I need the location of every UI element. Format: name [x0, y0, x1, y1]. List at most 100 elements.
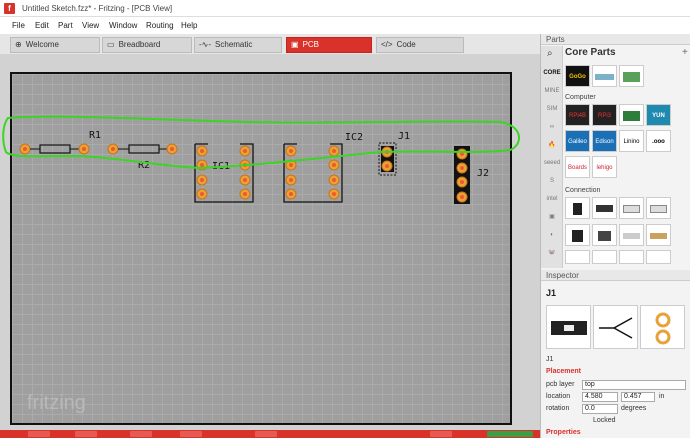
menu-bar: File Edit Part View Window Routing Help: [0, 17, 690, 34]
share-button[interactable]: [28, 431, 50, 437]
tab-breadboard[interactable]: ▭ Breadboard: [102, 37, 192, 53]
part-edison[interactable]: Edison: [592, 130, 617, 152]
locked-checkbox-label[interactable]: Locked: [593, 417, 616, 424]
menu-window[interactable]: Window: [109, 21, 137, 30]
rotation-label: rotation: [546, 405, 570, 412]
tab-breadboard-label: Breadboard: [118, 40, 161, 49]
inspector-part-title: J1: [546, 288, 557, 298]
part-breadboard[interactable]: [592, 65, 617, 87]
schematic-icon: -∿-: [199, 40, 212, 49]
part-gogo[interactable]: GoGo: [565, 65, 590, 87]
view-tab-bar: ⊕ Welcome ▭ Breadboard -∿- Schematic ▣ PCB <…: [0, 34, 540, 54]
category-core[interactable]: CORE: [543, 66, 561, 80]
sparkfun-icon[interactable]: 🔥: [543, 138, 561, 152]
ic-ic2[interactable]: [283, 143, 343, 203]
part-connection-1[interactable]: [565, 197, 590, 219]
rotation-input[interactable]: 0.0: [582, 404, 618, 414]
green-highlight-annotation: [2, 115, 520, 170]
part-galileo[interactable]: Galileo: [565, 130, 590, 152]
fritzing-watermark: fritzing: [27, 392, 86, 414]
parts-bin-title: Core Parts: [565, 47, 616, 58]
menu-view[interactable]: View: [82, 21, 99, 30]
mouse-icon[interactable]: 🐭: [543, 246, 561, 260]
location-label: location: [546, 393, 571, 400]
part-connection-10[interactable]: [592, 250, 617, 264]
inspector-pcb-image: [640, 305, 685, 349]
seeed-icon[interactable]: seeed: [543, 156, 561, 170]
pcb-parts-layer[interactable]: R1 R2 IC1 IC2 J1 J2: [0, 54, 540, 430]
menu-help[interactable]: Help: [181, 21, 197, 30]
part-yun[interactable]: YUN: [646, 104, 671, 126]
pcb-layer-select[interactable]: top: [582, 380, 686, 390]
part-connection-2[interactable]: [592, 197, 617, 219]
rotate-button[interactable]: [130, 431, 152, 437]
ic-ic1[interactable]: [194, 143, 254, 203]
arduino-icon[interactable]: ∞: [543, 120, 561, 134]
flip-button[interactable]: [180, 431, 202, 437]
resistor-r1[interactable]: [19, 143, 90, 155]
part-connection-11[interactable]: [619, 250, 644, 264]
window-title: Untitled Sketch.fzz* - Fritzing - [PCB V…: [22, 4, 173, 13]
part-boards[interactable]: Boards: [565, 156, 590, 178]
pcb-layer-label: pcb layer: [546, 381, 575, 388]
tab-welcome[interactable]: ⊕ Welcome: [10, 37, 100, 53]
tab-code[interactable]: </> Code: [376, 37, 464, 53]
category-mine[interactable]: MINE: [543, 84, 561, 98]
pcb-canvas[interactable]: R1 R2 IC1 IC2 J1 J2 fritzing: [0, 54, 540, 430]
part-connection-8[interactable]: [646, 224, 671, 246]
rotation-unit: degrees: [621, 405, 647, 412]
menu-edit[interactable]: Edit: [35, 21, 49, 30]
part-connection-6[interactable]: [592, 224, 617, 246]
tab-schematic-label: Schematic: [215, 40, 253, 49]
part-beaglebone[interactable]: [619, 104, 644, 126]
add-note-button[interactable]: [75, 431, 97, 437]
inspector-header: Inspector: [541, 270, 690, 281]
category-sim[interactable]: SIM: [543, 102, 561, 116]
location-y-input[interactable]: 0.457: [621, 392, 655, 402]
connector-j2[interactable]: [454, 146, 470, 204]
part-connection-7[interactable]: [619, 224, 644, 246]
inspector-schematic-image: [593, 305, 638, 349]
part-connection-12[interactable]: [646, 250, 671, 264]
export-button[interactable]: [430, 431, 452, 437]
search-icon[interactable]: ⌕: [547, 48, 553, 59]
intel-icon[interactable]: intel: [543, 192, 561, 206]
menu-part[interactable]: Part: [58, 21, 73, 30]
add-bin-button[interactable]: +: [682, 47, 688, 58]
part-dot-board[interactable]: .ooo: [646, 130, 671, 152]
gauge-icon[interactable]: ◐: [543, 228, 561, 242]
properties-section-label: Properties: [546, 429, 581, 436]
snootlab-icon[interactable]: S: [543, 174, 561, 188]
part-pcb-module[interactable]: [619, 65, 644, 87]
breadboard-icon: ▭: [107, 40, 115, 49]
menu-routing[interactable]: Routing: [146, 21, 174, 30]
part-lehigo-jamt[interactable]: lehigo JamT: [592, 156, 617, 178]
location-x-input[interactable]: 4.580: [582, 392, 618, 402]
tab-schematic[interactable]: -∿- Schematic: [194, 37, 282, 53]
part-connection-4[interactable]: [646, 197, 671, 219]
part-rpi4b[interactable]: RPi4B: [565, 104, 590, 126]
part-connection-5[interactable]: [565, 224, 590, 246]
fritzing-app-icon: f: [4, 3, 15, 14]
part-connection-9[interactable]: [565, 250, 590, 264]
tab-pcb[interactable]: ▣ PCB: [286, 37, 372, 53]
connector-j1[interactable]: [378, 142, 397, 176]
chip-icon[interactable]: ▣: [543, 210, 561, 224]
inspector-breadboard-image: [546, 305, 591, 349]
menu-file[interactable]: File: [12, 21, 25, 30]
section-connection: Connection: [565, 187, 601, 194]
fabricate-button[interactable]: [487, 431, 533, 437]
label-j2: J2: [477, 168, 489, 179]
part-connection-3[interactable]: [619, 197, 644, 219]
right-dock: Parts ⌕ CORE MINE SIM ∞ 🔥 seeed S intel …: [540, 34, 690, 438]
part-linino[interactable]: Linino: [619, 130, 644, 152]
code-icon: </>: [381, 40, 393, 49]
location-unit[interactable]: in: [659, 393, 664, 400]
resistor-r2[interactable]: [107, 143, 178, 155]
parts-panel-header: Parts: [541, 34, 690, 45]
tab-code-label: Code: [396, 40, 416, 49]
section-computer: Computer: [565, 94, 596, 101]
autoroute-button[interactable]: [255, 431, 277, 437]
label-ic2: IC2: [345, 132, 363, 143]
part-rpi3[interactable]: RPi3: [592, 104, 617, 126]
